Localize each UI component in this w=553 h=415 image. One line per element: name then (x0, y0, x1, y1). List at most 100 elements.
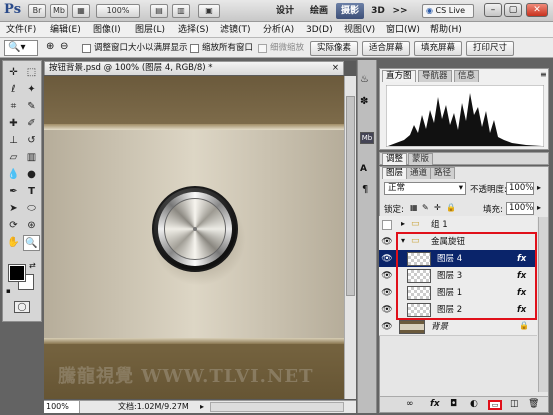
workspace-3d[interactable]: 3D (368, 3, 388, 19)
document-tab[interactable]: 按钮背景.psd @ 100% (图层 4, RGB/8) * × (44, 61, 344, 75)
fill-arrow-icon[interactable]: ▸ (537, 203, 541, 212)
visibility-box[interactable] (382, 220, 392, 230)
zoom-in-icon[interactable]: ⊕ (46, 41, 54, 52)
menu-file[interactable]: 文件(F) (6, 23, 36, 37)
tab-layers[interactable]: 图层 (382, 167, 408, 179)
dodge-tool-icon[interactable]: ● (23, 167, 40, 183)
workspace-painting[interactable]: 绘画 (304, 3, 334, 19)
tab-channels[interactable]: 通道 (406, 167, 432, 179)
menu-3d[interactable]: 3D(D) (306, 23, 333, 37)
shape-tool-icon[interactable]: ⬭ (23, 201, 40, 217)
menu-filter[interactable]: 滤镜(T) (220, 23, 251, 37)
menu-analysis[interactable]: 分析(A) (263, 23, 294, 37)
fill-screen-button[interactable]: 填充屏幕 (414, 41, 462, 56)
blur-tool-icon[interactable]: 💧 (5, 167, 22, 183)
eyedropper-tool-icon[interactable]: ✎ (23, 99, 40, 115)
lock-transparent-icon[interactable]: ▦ (410, 203, 418, 212)
tab-close-icon[interactable]: × (332, 62, 339, 75)
brush-tool-icon[interactable]: ✐ (23, 116, 40, 132)
zoom-tool-icon[interactable]: 🔍 (23, 235, 40, 251)
history-brush-tool-icon[interactable]: ↺ (23, 133, 40, 149)
tab-masks[interactable]: 蒙版 (408, 153, 434, 165)
fill-input[interactable]: 100% (506, 202, 534, 215)
adjustment-layer-icon[interactable]: ◐ (470, 399, 478, 409)
menu-view[interactable]: 视图(V) (344, 23, 375, 37)
eraser-tool-icon[interactable]: ▱ (5, 150, 22, 166)
eye-icon[interactable]: 👁 (381, 236, 393, 248)
3d-rotate-tool-icon[interactable]: ⟳ (5, 218, 22, 234)
lock-position-icon[interactable]: ✛ (434, 203, 441, 212)
opacity-input[interactable]: 100% (506, 182, 534, 195)
clone-stamp-tool-icon[interactable]: ⊥ (5, 133, 22, 149)
delete-layer-icon[interactable]: 🗑 (528, 399, 539, 409)
expand-arrow-icon[interactable]: ▸ (401, 219, 405, 228)
brush-presets-icon[interactable]: ✽ (360, 96, 368, 107)
mini-bridge-button[interactable]: Mb (50, 4, 68, 18)
link-layers-icon[interactable]: ∞ (406, 399, 414, 409)
path-selection-tool-icon[interactable]: ➤ (5, 201, 22, 217)
menu-select[interactable]: 选择(S) (178, 23, 209, 37)
cs-live-button[interactable]: ◉ CS Live (422, 4, 474, 18)
menu-edit[interactable]: 编辑(E) (50, 23, 81, 37)
scroll-thumb[interactable] (346, 96, 355, 296)
workspace-design[interactable]: 设计 (270, 3, 300, 19)
healing-brush-tool-icon[interactable]: ✚ (5, 116, 22, 132)
add-style-icon[interactable]: fx (430, 399, 440, 409)
print-size-button[interactable]: 打印尺寸 (466, 41, 514, 56)
arrange-button[interactable]: ▤ (150, 4, 168, 18)
gradient-tool-icon[interactable]: ▥ (23, 150, 40, 166)
menu-help[interactable]: 帮助(H) (430, 23, 462, 37)
status-zoom-field[interactable]: 100% (44, 401, 80, 413)
new-group-icon[interactable]: ▭ (488, 400, 502, 410)
extras-button[interactable]: ▦ (72, 4, 90, 18)
blend-mode-dropdown[interactable]: 正常 ▾ (384, 182, 466, 195)
scrubby-zoom-checkbox[interactable] (258, 44, 267, 53)
tool-presets-icon[interactable]: ♨ (360, 74, 369, 85)
eye-icon[interactable]: 👁 (381, 270, 393, 282)
add-mask-icon[interactable]: ◘ (450, 399, 457, 409)
vertical-scrollbar[interactable] (344, 76, 356, 399)
resize-windows-checkbox[interactable] (82, 44, 91, 53)
actual-pixels-button[interactable]: 实际像素 (310, 41, 358, 56)
menu-layer[interactable]: 图层(L) (135, 23, 165, 37)
default-colors-icon[interactable]: ▪ (6, 287, 11, 295)
workspace-more[interactable]: >> (392, 3, 408, 19)
mini-bridge-icon[interactable]: Mb (360, 132, 374, 144)
zoom-tool-preset[interactable]: 🔍▾ (4, 40, 38, 56)
eye-icon[interactable]: 👁 (381, 304, 393, 316)
lock-all-icon[interactable]: 🔒 (446, 203, 456, 212)
lock-image-icon[interactable]: ✎ (422, 203, 429, 212)
menu-window[interactable]: 窗口(W) (386, 23, 420, 37)
workspace-photography[interactable]: 摄影 (336, 3, 364, 19)
tab-paths[interactable]: 路径 (430, 167, 456, 179)
marquee-tool-icon[interactable]: ⬚ (23, 65, 40, 81)
layers-scrollbar[interactable] (538, 217, 548, 392)
zoom-level-dropdown[interactable]: 100% (96, 4, 140, 18)
magic-wand-tool-icon[interactable]: ✦ (23, 82, 40, 98)
tab-info[interactable]: 信息 (454, 70, 480, 82)
layer-row-background[interactable]: 👁 背景 🔒 (379, 318, 537, 336)
crop-tool-icon[interactable]: ⌗ (5, 99, 22, 115)
tab-adjustments[interactable]: 调整 (382, 153, 408, 165)
fit-screen-button[interactable]: 适合屏幕 (362, 41, 410, 56)
type-tool-icon[interactable]: T (23, 184, 40, 200)
screen-mode-button[interactable]: ▣ (198, 4, 220, 18)
new-layer-icon[interactable]: ◫ (510, 399, 519, 409)
zoom-out-icon[interactable]: ⊖ (60, 41, 68, 52)
eye-icon[interactable]: 👁 (381, 321, 393, 333)
move-tool-icon[interactable]: ✛ (5, 65, 22, 81)
pen-tool-icon[interactable]: ✒ (5, 184, 22, 200)
character-icon[interactable]: A (360, 164, 367, 174)
swap-colors-icon[interactable]: ⇄ (29, 261, 36, 270)
arrange-documents-button[interactable]: ▥ (172, 4, 190, 18)
tab-navigator[interactable]: 导航器 (418, 70, 452, 82)
menu-image[interactable]: 图像(I) (93, 23, 121, 37)
eye-icon[interactable]: 👁 (381, 287, 393, 299)
eye-icon[interactable]: 👁 (381, 253, 393, 265)
status-menu-arrow-icon[interactable]: ▸ (200, 401, 204, 413)
horizontal-scrollbar[interactable] (210, 402, 344, 412)
bridge-button[interactable]: Br (28, 4, 46, 18)
hand-tool-icon[interactable]: ✋ (5, 235, 22, 251)
canvas[interactable]: 騰龍視覺 WWW.TLVI.NET (44, 76, 344, 399)
minimize-button[interactable]: – (484, 3, 502, 17)
